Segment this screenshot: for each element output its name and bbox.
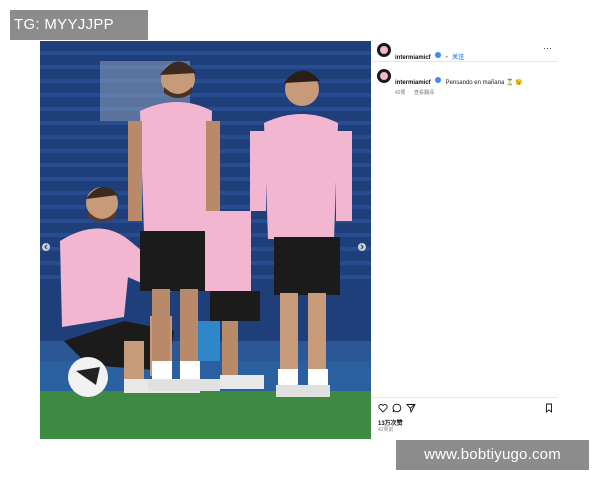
caption-avatar[interactable]	[377, 69, 391, 83]
caption-time: 42周	[395, 90, 406, 96]
share-icon[interactable]	[406, 403, 416, 413]
header-divider	[372, 61, 558, 62]
post-image[interactable]	[40, 41, 371, 439]
verified-badge-icon	[435, 76, 442, 83]
verified-badge-icon	[435, 51, 442, 58]
carousel-next-button[interactable]	[358, 243, 366, 251]
chevron-right-icon	[360, 244, 364, 250]
see-translation-link[interactable]: 查看翻译	[414, 90, 434, 96]
photo-illustration	[40, 41, 371, 439]
watermark-bottom: www.bobtiyugo.com	[396, 440, 589, 470]
more-options-icon[interactable]: ⋯	[543, 43, 552, 54]
heart-icon[interactable]	[378, 403, 388, 413]
caption-text: Pensando en mañana ⏳ 😉	[445, 80, 523, 86]
carousel-prev-button[interactable]	[42, 243, 50, 251]
bookmark-icon[interactable]	[544, 403, 554, 413]
comment-icon[interactable]	[392, 403, 402, 413]
actions-divider	[372, 397, 558, 398]
caption-meta: 42周 查看翻译	[395, 81, 434, 99]
account-avatar[interactable]	[377, 43, 391, 57]
watermark-top: TG: MYYJJPP	[10, 10, 148, 40]
avatar-crest	[380, 72, 388, 80]
post-sidebar: intermiamicf • 关注 ⋯ intermiamicf Pensand…	[372, 41, 558, 439]
avatar-crest	[380, 46, 388, 54]
chevron-left-icon	[44, 244, 48, 250]
post-time: 42周前	[378, 427, 394, 433]
